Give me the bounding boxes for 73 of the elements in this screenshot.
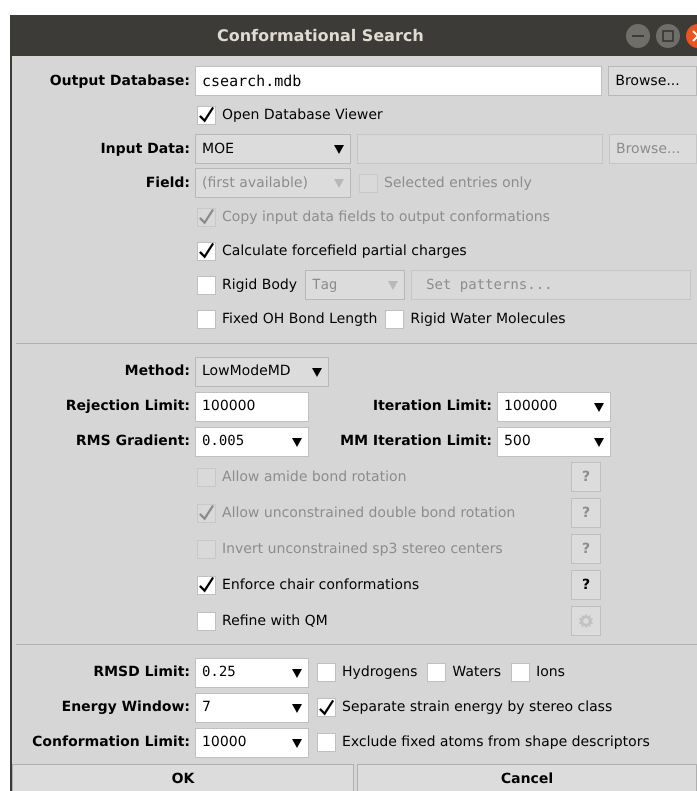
- checkbox[interactable]: [317, 663, 336, 682]
- browse-button[interactable]: Browse...: [608, 66, 697, 96]
- limit-dropdown[interactable]: 500: [497, 426, 611, 456]
- limit-dropdown[interactable]: 7: [195, 692, 309, 722]
- caret-icon: [292, 668, 302, 678]
- caret-icon: [334, 178, 344, 188]
- checkbox-label: Ions: [536, 663, 565, 682]
- caret-icon: [292, 436, 302, 446]
- field-label: Conformation Limit:: [31, 733, 191, 752]
- checkbox[interactable]: [197, 310, 216, 328]
- check-icon: [198, 576, 215, 594]
- checkbox-label: Exclude fixed atoms from shape descriptors: [342, 733, 650, 752]
- limit-dropdown[interactable]: 0.005: [195, 426, 309, 456]
- field-label: MM Iteration Limit:: [339, 432, 493, 451]
- checkbox-label: Allow unconstrained double bond rotation: [222, 504, 516, 522]
- checkbox[interactable]: [385, 310, 404, 328]
- checkbox-label: Copy input data fields to output conformations: [222, 208, 550, 226]
- checkbox[interactable]: [197, 106, 216, 124]
- checkbox[interactable]: [197, 242, 216, 260]
- caret-icon: [334, 144, 344, 154]
- checkbox-label: Separate strain energy by stereo class: [342, 698, 612, 717]
- field-label: Input Data:: [99, 140, 191, 158]
- field-label: Method:: [124, 362, 191, 381]
- limit-dropdown[interactable]: 0.25: [195, 658, 309, 688]
- checkbox[interactable]: [511, 663, 530, 682]
- check-icon: [198, 242, 215, 260]
- checkbox-label: Refine with QM: [222, 612, 328, 630]
- field-label: Field:: [144, 174, 191, 192]
- field-label: Rejection Limit:: [64, 397, 191, 416]
- checkbox[interactable]: [197, 576, 216, 594]
- dialog-button[interactable]: OK: [12, 764, 354, 791]
- window-title: Conformational Search: [217, 25, 424, 47]
- checkbox-label: Waters: [452, 663, 502, 682]
- checkbox-label: Calculate forcefield partial charges: [222, 242, 467, 260]
- limit-dropdown[interactable]: 10000: [195, 728, 309, 758]
- check-icon: [198, 106, 215, 124]
- caret-icon: [594, 402, 604, 412]
- output-database-field[interactable]: csearch.mdb: [195, 66, 602, 96]
- help-button[interactable]: ?: [571, 570, 601, 600]
- field-label: RMS Gradient:: [74, 432, 191, 451]
- caret-icon: [594, 436, 604, 446]
- check-icon: [198, 504, 215, 522]
- checkbox-label: Open Database Viewer: [222, 106, 383, 124]
- check-icon: [198, 208, 215, 226]
- checkbox[interactable]: [427, 663, 446, 682]
- settings-icon: [578, 613, 594, 629]
- checkbox-label: Rigid Water Molecules: [410, 310, 566, 328]
- dialog-button[interactable]: Cancel: [357, 764, 697, 791]
- check-icon: [318, 698, 335, 716]
- caret-icon: [292, 738, 302, 748]
- checkbox[interactable]: [317, 733, 336, 752]
- caret-icon: [312, 366, 322, 376]
- checkbox-label: Allow amide bond rotation: [222, 468, 406, 486]
- field-label: RMSD Limit:: [92, 663, 191, 682]
- checkbox-label: Selected entries only: [384, 174, 532, 192]
- field-label: Iteration Limit:: [372, 397, 493, 416]
- checkbox-label: Hydrogens: [342, 663, 418, 682]
- checkbox[interactable]: [197, 276, 216, 294]
- caret-icon: [388, 280, 398, 290]
- checkbox-label: Invert unconstrained sp3 stereo centers: [222, 540, 503, 558]
- method-dropdown[interactable]: LowModeMD: [195, 356, 329, 386]
- checkbox[interactable]: [197, 612, 216, 630]
- checkbox-label: Enforce chair conformations: [222, 576, 420, 594]
- minimize-icon[interactable]: [625, 22, 651, 48]
- input-data-dropdown[interactable]: MOE: [195, 134, 351, 164]
- caret-icon: [292, 702, 302, 712]
- field-label: Output Database:: [48, 72, 191, 90]
- checkbox-label: Rigid Body: [222, 276, 298, 294]
- field-label: Energy Window:: [60, 698, 191, 717]
- limit-field[interactable]: 100000: [195, 392, 309, 422]
- limit-dropdown[interactable]: 100000: [497, 392, 611, 422]
- checkbox-label: Fixed OH Bond Length: [222, 310, 378, 328]
- checkbox[interactable]: [317, 698, 336, 717]
